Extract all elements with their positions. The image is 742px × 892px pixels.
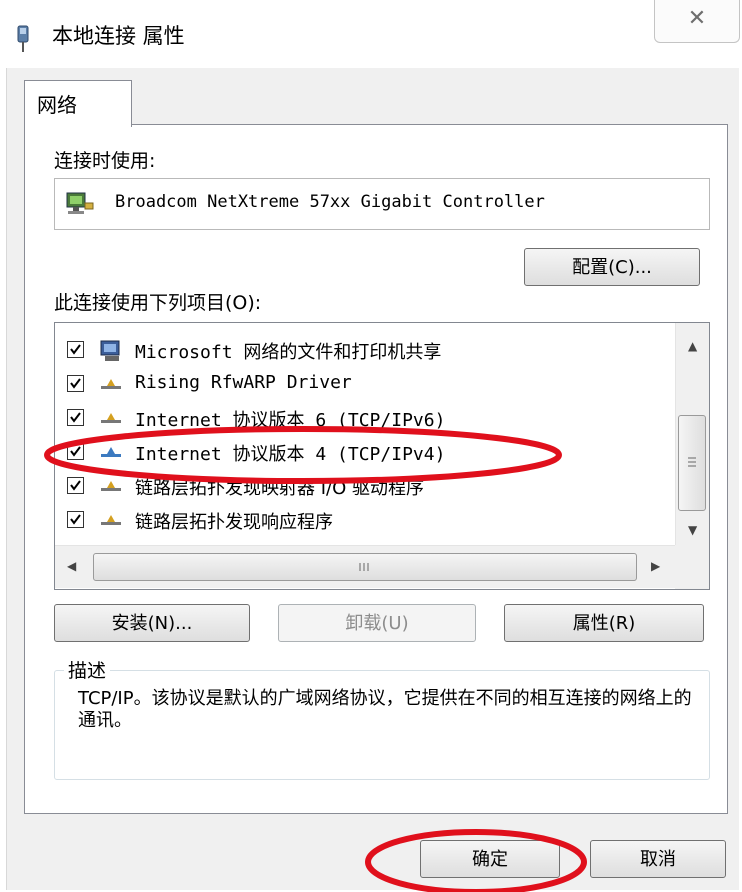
checkbox[interactable] [67, 375, 84, 392]
list-item-label: 链路层拓扑发现映射器 I/O 驱动程序 [135, 478, 424, 499]
list-item-label: Internet 协议版本 4 (TCP/IPv4) [135, 444, 446, 465]
checkbox[interactable] [67, 341, 84, 358]
properties-button[interactable]: 属性(R) [504, 604, 704, 642]
list-item-label: Microsoft 网络的文件和打印机共享 [135, 342, 442, 363]
horizontal-scrollbar[interactable]: ◀ ▶ [55, 545, 675, 588]
description-legend: 描述 [64, 656, 111, 683]
list-item-label: 链路层拓扑发现响应程序 [135, 512, 333, 533]
uninstall-button[interactable]: 卸载(U) [278, 604, 476, 642]
cancel-button[interactable]: 取消 [590, 840, 726, 878]
scroll-down-icon[interactable]: ▼ [688, 523, 697, 537]
items-list[interactable]: Microsoft 网络的文件和打印机共享 Rising RfwARP Driv… [54, 322, 710, 590]
ok-button[interactable]: 确定 [420, 840, 560, 878]
configure-button[interactable]: 配置(C)... [524, 248, 700, 286]
window-title: 本地连接 属性 [52, 24, 185, 48]
protocol-icon [99, 407, 125, 431]
install-button[interactable]: 安装(N)... [54, 604, 250, 642]
checkbox[interactable] [67, 409, 84, 426]
close-icon: ✕ [687, 6, 707, 31]
list-item-label: Internet 协议版本 6 (TCP/IPv6) [135, 410, 446, 431]
list-item-label: Rising RfwARP Driver [135, 372, 352, 393]
connect-using-label: 连接时使用: [54, 150, 156, 172]
checkbox[interactable] [67, 477, 84, 494]
scroll-up-icon[interactable]: ▲ [688, 339, 697, 353]
scrollbar-corner [675, 545, 709, 589]
network-adapter-icon [65, 191, 95, 221]
checkbox[interactable] [67, 511, 84, 528]
description-text: TCP/IP。该协议是默认的广域网络协议，它提供在不同的相互连接的网络上的通讯。 [78, 688, 692, 731]
list-item[interactable]: 链路层拓扑发现映射器 I/O 驱动程序 [55, 469, 675, 503]
list-item[interactable]: Microsoft 网络的文件和打印机共享 [55, 333, 675, 367]
printer-share-icon [99, 339, 127, 367]
scroll-left-icon[interactable]: ◀ [67, 559, 76, 573]
title-bar: 本地连接 属性 ✕ [0, 0, 742, 66]
list-item-selected[interactable]: Internet 协议版本 4 (TCP/IPv4) [55, 435, 675, 469]
close-button[interactable]: ✕ [654, 0, 740, 43]
list-item[interactable]: Rising RfwARP Driver [55, 367, 675, 401]
adapter-field: Broadcom NetXtreme 57xx Gigabit Controll… [54, 178, 710, 230]
tab-network-label: 网络 [37, 93, 77, 117]
list-item[interactable]: Internet 协议版本 6 (TCP/IPv6) [55, 401, 675, 435]
checkbox[interactable] [67, 443, 84, 460]
network-connection-icon [14, 24, 34, 58]
protocol-icon [99, 509, 125, 533]
scroll-right-icon[interactable]: ▶ [651, 559, 660, 573]
protocol-icon [99, 441, 125, 465]
vertical-scroll-thumb[interactable] [678, 415, 706, 511]
adapter-name: Broadcom NetXtreme 57xx Gigabit Controll… [115, 192, 545, 212]
horizontal-scroll-thumb[interactable] [93, 553, 637, 581]
items-label: 此连接使用下列项目(O): [54, 292, 262, 314]
list-item[interactable]: 链路层拓扑发现响应程序 [55, 503, 675, 537]
protocol-icon [99, 373, 125, 397]
protocol-icon [99, 475, 125, 499]
vertical-scrollbar[interactable]: ▲ ▼ [675, 323, 709, 545]
tab-network[interactable]: 网络 [24, 80, 132, 127]
